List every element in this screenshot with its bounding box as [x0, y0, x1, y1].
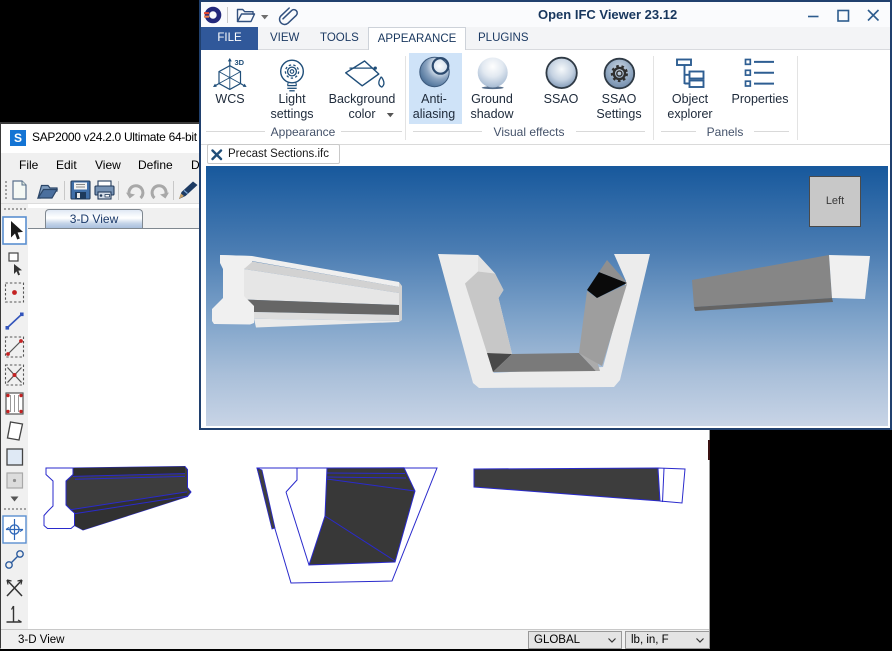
svg-text:3D: 3D	[235, 58, 245, 67]
